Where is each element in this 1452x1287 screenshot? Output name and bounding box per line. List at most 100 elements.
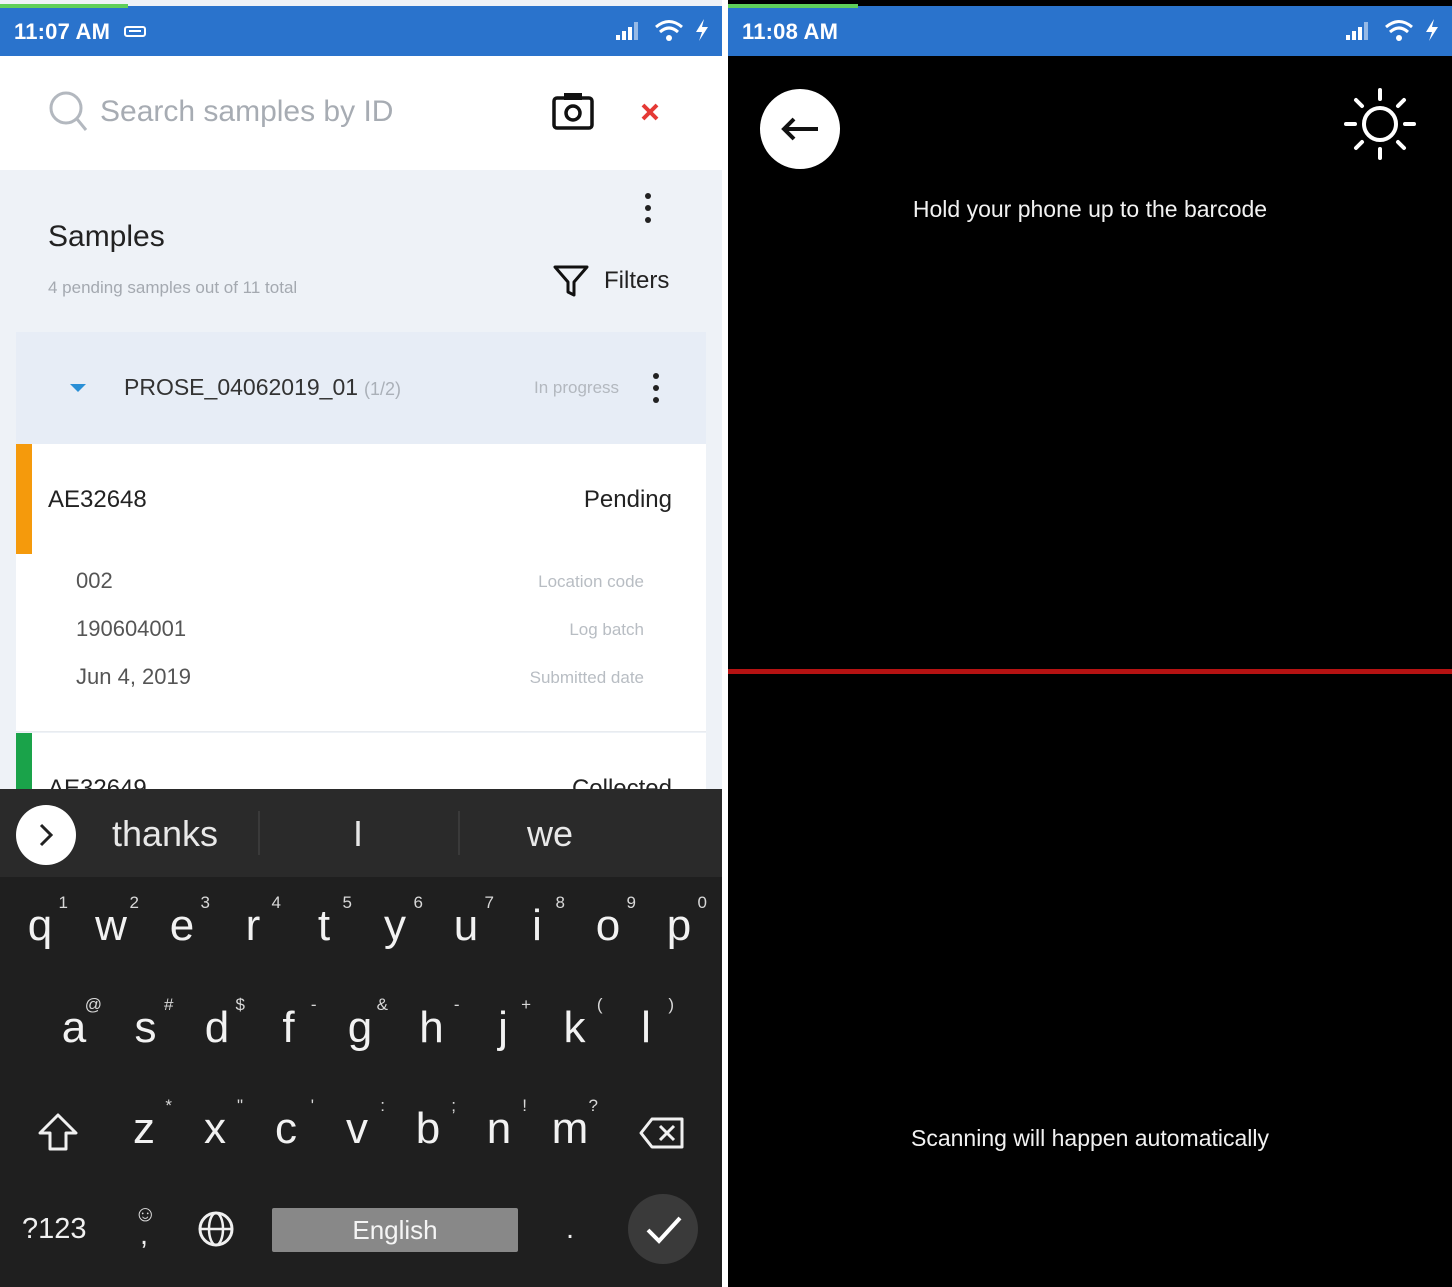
key-hint: " [236, 1096, 243, 1115]
group-more-options-icon[interactable] [644, 370, 668, 406]
key-v[interactable]: v: [327, 1096, 387, 1154]
key-z[interactable]: z * [114, 1096, 174, 1154]
key-hint: @ [84, 995, 102, 1014]
key-b[interactable]: b; [398, 1096, 458, 1154]
filters-label: Filters [604, 267, 670, 294]
arrow-left-icon [781, 117, 818, 141]
expand-caret-icon[interactable] [70, 384, 86, 392]
suggestion-item[interactable]: I [300, 813, 416, 855]
key-label: b [415, 1104, 441, 1153]
search-input[interactable] [100, 90, 520, 134]
key-i[interactable]: i8 [507, 893, 567, 951]
key-label: f [282, 1003, 295, 1052]
scan-instruction-top: Hold your phone up to the barcode [912, 196, 1268, 222]
key-d[interactable]: d $ [187, 995, 247, 1053]
key-s[interactable]: s # [116, 995, 176, 1053]
suggestion-divider [458, 811, 460, 855]
key-label: o [595, 901, 621, 950]
status-bar: 11:07 AM [0, 4, 722, 56]
key-hint: ? [588, 1096, 598, 1115]
signal-icon [1346, 22, 1368, 40]
key-label: i [532, 901, 542, 950]
pending-count-subtitle: 4 pending samples out of 11 total [48, 278, 298, 297]
suggestion-toggle-button[interactable] [16, 805, 76, 865]
suggestion-item[interactable]: thanks [92, 813, 238, 855]
camera-scan-button[interactable] [550, 90, 598, 134]
chevron-right-icon [39, 823, 54, 847]
key-n[interactable]: n! [469, 1096, 529, 1154]
key-p[interactable]: p0 [649, 893, 709, 951]
key-hint: * [165, 1096, 172, 1115]
key-r[interactable]: r4 [223, 893, 283, 951]
backspace-key-icon[interactable] [638, 1115, 686, 1151]
key-hint: ! [522, 1096, 527, 1115]
sample-card[interactable]: AE32649 Collected [16, 733, 706, 802]
key-label: p [666, 901, 692, 950]
key-label: d [204, 1003, 230, 1052]
shift-key-icon[interactable] [36, 1111, 80, 1155]
filters-button[interactable]: Filters [552, 264, 669, 298]
key-label: l [641, 1003, 651, 1052]
key-hint: # [164, 995, 174, 1014]
key-hint: ' [310, 1096, 314, 1115]
load-progress-line [728, 4, 858, 8]
on-screen-keyboard: thanks I we q1w2e3r4t5y6u7i8o9p0 a @ s # d $ f… [0, 789, 722, 1287]
group-name-text: PROSE_04062019_01 [124, 374, 359, 400]
camera-icon [552, 93, 594, 130]
key-hint: - [310, 995, 317, 1014]
key-o[interactable]: o9 [578, 893, 638, 951]
key-h[interactable]: h- [402, 995, 462, 1053]
close-icon [641, 103, 659, 121]
suggestion-bar: thanks I we [0, 789, 722, 877]
key-j[interactable]: j + [473, 995, 533, 1053]
sample-group-row[interactable]: PROSE_04062019_01 (1/2) In progress [16, 332, 706, 444]
key-f[interactable]: f- [259, 995, 319, 1053]
key-label: y [384, 901, 406, 950]
suggestion-item[interactable]: we [490, 813, 610, 855]
key-label: g [347, 1003, 373, 1052]
clear-search-button[interactable] [630, 92, 670, 132]
space-key[interactable]: English [272, 1208, 518, 1252]
key-hint: 7 [484, 893, 494, 912]
key-m[interactable]: m? [540, 1096, 600, 1154]
period-key[interactable]: . [566, 1213, 574, 1246]
globe-icon[interactable] [196, 1209, 236, 1249]
key-hint: + [521, 995, 531, 1014]
key-a[interactable]: a @ [44, 995, 104, 1053]
key-w[interactable]: w2 [81, 893, 141, 951]
key-hint: ) [668, 995, 674, 1014]
sample-status: Pending [583, 486, 672, 513]
key-label: j [498, 1003, 508, 1052]
key-k[interactable]: k( [545, 995, 605, 1053]
barcode-scanner-screen: 11:08 AM Hold your phone up to the barco… [728, 0, 1452, 1287]
back-button[interactable] [760, 89, 840, 169]
more-options-icon[interactable] [636, 190, 660, 226]
key-hint: & [376, 995, 388, 1014]
sample-id: AE32648 [48, 486, 147, 513]
emoji-comma-key[interactable]: ☺ , [130, 1201, 162, 1251]
enter-key[interactable] [628, 1194, 698, 1264]
key-u[interactable]: u7 [436, 893, 496, 951]
key-label: r [245, 901, 261, 950]
key-c[interactable]: c ' [256, 1096, 316, 1154]
checkmark-icon [646, 1216, 682, 1244]
key-hint: : [380, 1096, 385, 1115]
key-label: x [204, 1104, 226, 1153]
key-y[interactable]: y6 [365, 893, 425, 951]
key-t[interactable]: t5 [294, 893, 354, 951]
key-x[interactable]: x " [185, 1096, 245, 1154]
symbols-key[interactable]: ?123 [22, 1213, 87, 1246]
key-hint: 1 [58, 893, 68, 912]
key-label: c [275, 1104, 297, 1153]
key-hint: 6 [413, 893, 423, 912]
wifi-icon [1385, 20, 1413, 41]
key-l[interactable]: l) [616, 995, 676, 1053]
key-e[interactable]: e3 [152, 893, 212, 951]
comma-label: , [140, 1219, 149, 1251]
key-q[interactable]: q1 [10, 893, 70, 951]
key-g[interactable]: g & [330, 995, 390, 1053]
key-label: v [346, 1104, 368, 1153]
sample-card[interactable]: AE32648 Pending 002 Location code 190604… [16, 444, 706, 732]
filter-icon [553, 265, 589, 297]
flashlight-toggle-icon[interactable] [1342, 86, 1418, 162]
